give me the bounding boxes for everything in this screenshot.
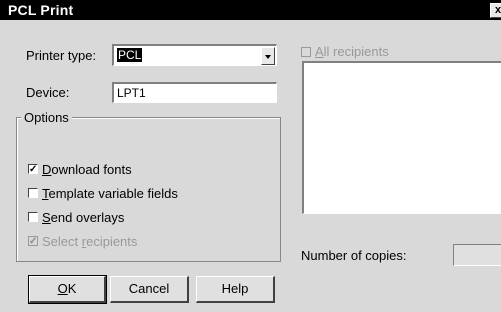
device-label: Device:: [26, 85, 70, 100]
template-variable-fields-label: Template variable fields: [42, 186, 178, 201]
number-of-copies-field: [453, 244, 501, 266]
select-recipients-checkbox: ✓: [28, 236, 38, 247]
device-value: LPT1: [117, 86, 146, 100]
select-recipients-label: Select recipients: [42, 234, 138, 249]
all-recipients-checkbox: [301, 47, 311, 57]
printer-type-dropdown-button[interactable]: [261, 47, 275, 65]
send-overlays-label: Send overlays: [42, 210, 125, 225]
help-button[interactable]: Help: [196, 276, 275, 303]
number-of-copies-label: Number of copies:: [301, 248, 407, 263]
recipients-listbox[interactable]: [302, 61, 501, 214]
window-title: PCL Print: [8, 2, 74, 18]
download-fonts-checkbox[interactable]: ✓: [28, 164, 38, 175]
checkmark-icon: ✓: [29, 236, 38, 247]
ok-button[interactable]: OK: [28, 275, 107, 304]
close-button[interactable]: x: [490, 3, 501, 18]
template-variable-fields-checkbox[interactable]: [28, 188, 38, 198]
send-overlays-checkbox[interactable]: [28, 212, 38, 222]
close-icon: x: [494, 4, 501, 16]
all-recipients-label: All recipients: [315, 44, 389, 59]
cancel-button[interactable]: Cancel: [110, 276, 189, 303]
title-bar[interactable]: PCL Print x: [0, 0, 501, 20]
printer-type-value: PCL: [117, 48, 143, 62]
checkmark-icon: ✓: [29, 164, 38, 175]
options-group-legend: Options: [21, 110, 72, 125]
download-fonts-label: Download fonts: [42, 162, 132, 177]
printer-type-label: Printer type:: [26, 48, 97, 63]
device-input[interactable]: LPT1: [112, 82, 277, 103]
chevron-down-icon: [265, 55, 271, 59]
printer-type-dropdown[interactable]: PCL: [112, 44, 277, 66]
